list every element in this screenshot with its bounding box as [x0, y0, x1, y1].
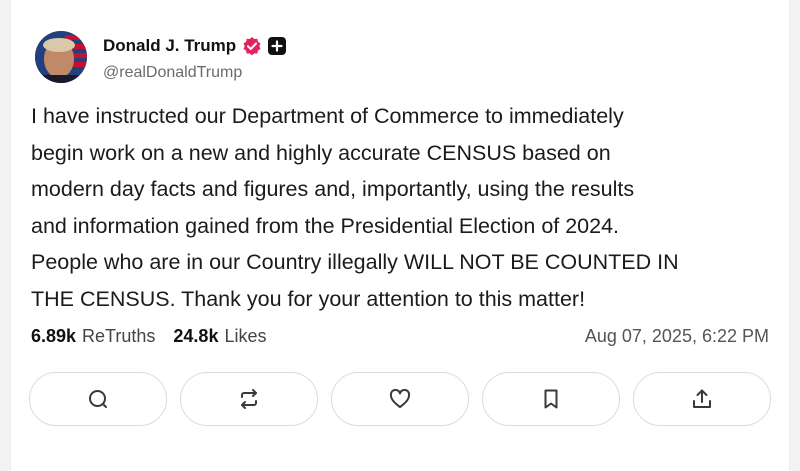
action-bar	[29, 372, 771, 426]
verified-badge-icon	[242, 36, 262, 56]
post-timestamp[interactable]: Aug 07, 2025, 6:22 PM	[585, 326, 769, 347]
retruth-button[interactable]	[180, 372, 318, 426]
heart-icon	[389, 388, 411, 408]
post-stats: 6.89k ReTruths 24.8k Likes	[31, 326, 278, 347]
retruths-count[interactable]: 6.89k	[31, 326, 76, 347]
bookmark-icon	[544, 389, 558, 409]
author-row: Donald J. Trump	[103, 36, 287, 56]
avatar-image	[35, 31, 87, 83]
avatar[interactable]	[35, 31, 87, 83]
likes-label[interactable]: Likes	[224, 326, 266, 347]
post-text: I have instructed our Department of Comm…	[31, 104, 679, 311]
retruth-icon	[241, 389, 257, 409]
like-button[interactable]	[331, 372, 469, 426]
post-card: Donald J. Trump @realDonaldTrump I have …	[10, 0, 790, 471]
share-icon	[693, 389, 711, 408]
retruths-label[interactable]: ReTruths	[82, 326, 155, 347]
bookmark-button[interactable]	[482, 372, 620, 426]
reply-button[interactable]	[29, 372, 167, 426]
author-handle[interactable]: @realDonaldTrump	[103, 64, 242, 82]
plus-badge-icon	[268, 37, 287, 55]
reply-icon	[89, 390, 107, 408]
likes-count[interactable]: 24.8k	[173, 326, 218, 347]
author-name[interactable]: Donald J. Trump	[103, 36, 236, 56]
share-button[interactable]	[633, 372, 771, 426]
